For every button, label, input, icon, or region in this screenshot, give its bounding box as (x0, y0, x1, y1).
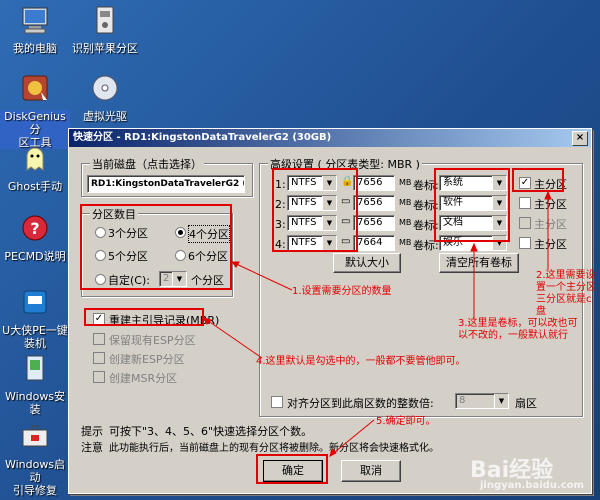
annotation-2: 2.这里需要设置一个主分区三分区就是c盘 (536, 270, 596, 317)
annotation-1: 1.设置需要分区的数量 (292, 286, 392, 297)
annotation-arrows (203, 190, 552, 457)
annotation-4: 4.这里默认是勾选中的，一般都不要管他即可。 (256, 356, 466, 367)
annotation-5: 5.确定即可。 (376, 416, 436, 427)
baidu-watermark-url: jingyan.baidu.com (480, 480, 584, 491)
annotation-3: 3.这里是卷标，可以改也可以不改的，一般默认就行 (458, 318, 578, 341)
